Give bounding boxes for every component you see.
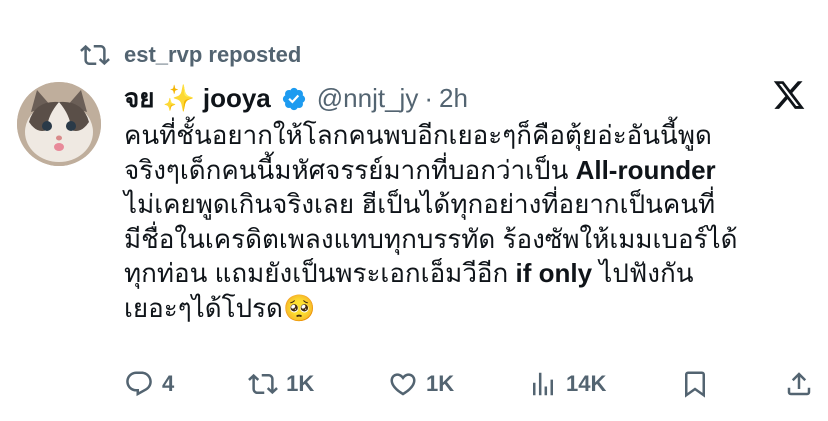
- tweet-header: จย ✨ jooya @nnjt_jy · 2h: [124, 78, 468, 119]
- verified-badge-icon[interactable]: [281, 86, 307, 112]
- tweet-text-line: คนที่ชั้นอยากให้โลกคนพบอีกเยอะๆก็คือตุ้ย…: [124, 120, 712, 150]
- tweet-text-segment: ทุกท่อน แถมยังเป็นพระเอกเอ็มวีอีก: [124, 258, 516, 288]
- views-chart-icon: [532, 372, 553, 396]
- tweet-text-bold: All-rounder: [575, 154, 716, 185]
- tweet-text-line: จริงๆเด็กคนนี้มหัศจรรย์มากที่บอกว่าเป็น …: [124, 153, 804, 188]
- share-button[interactable]: [784, 369, 814, 399]
- tweet-text-line: ไม่เคยพูดเกินจริงเลย ฮีเป็นได้ทุกอย่างที…: [124, 189, 716, 219]
- reply-icon: [126, 371, 152, 397]
- bookmark-icon: [685, 371, 706, 398]
- tweet-actions: 4 1K 1K 14K: [124, 364, 814, 404]
- x-logo-icon: [773, 81, 805, 109]
- view-count: 14K: [565, 371, 607, 396]
- cat-avatar-image: [17, 82, 101, 166]
- author-display-name[interactable]: jooya: [203, 83, 271, 114]
- bookmark-button[interactable]: [680, 369, 710, 399]
- tweet-text-segment: จริงๆเด็กคนนี้มหัศจรรย์มากที่บอกว่าเป็น: [124, 154, 576, 185]
- author-prefix: จย: [124, 83, 155, 113]
- sparkle-emoji: ✨: [162, 83, 195, 113]
- reply-count: 4: [162, 371, 175, 396]
- share-icon: [787, 372, 811, 396]
- tweet-timestamp[interactable]: 2h: [439, 83, 468, 114]
- tweet-text-line: เยอะๆได้โปรด🥺: [124, 291, 804, 326]
- repost-icon: [248, 373, 278, 395]
- repost-icon: [80, 44, 110, 66]
- tweet-text-segment: ไปฟังกัน: [592, 258, 694, 288]
- tweet-text-line: มีชื่อในเครดิตเพลงแทบทุกบรรทัด ร้องซัพให…: [124, 223, 738, 254]
- header-separator: ·: [424, 83, 433, 113]
- avatar[interactable]: [17, 82, 101, 166]
- tweet-card[interactable]: est_rvp reposted จย ✨ jooya @nnjt_jy · 2…: [0, 0, 828, 421]
- tweet-text-line: ทุกท่อน แถมยังเป็นพระเอกเอ็มวีอีก if onl…: [124, 256, 804, 291]
- tweet-text-bold: if only: [515, 258, 593, 288]
- repost-button[interactable]: 1K: [248, 369, 314, 399]
- reply-button[interactable]: 4: [124, 369, 174, 399]
- repost-count: 1K: [286, 371, 315, 396]
- repost-label: est_rvp reposted: [124, 42, 302, 67]
- author-handle[interactable]: @nnjt_jy: [317, 83, 419, 114]
- tweet-text: คนที่ชั้นอยากให้โลกคนพบอีกเยอะๆก็คือตุ้ย…: [124, 118, 804, 325]
- views-button[interactable]: 14K: [528, 369, 606, 399]
- tweet-text-segment: เยอะๆได้โปรด: [124, 292, 283, 323]
- repost-indicator[interactable]: est_rvp reposted: [80, 40, 301, 70]
- like-count: 1K: [426, 371, 455, 396]
- pleading-face-emoji: 🥺: [282, 292, 316, 323]
- heart-icon: [390, 373, 416, 396]
- like-button[interactable]: 1K: [388, 369, 454, 399]
